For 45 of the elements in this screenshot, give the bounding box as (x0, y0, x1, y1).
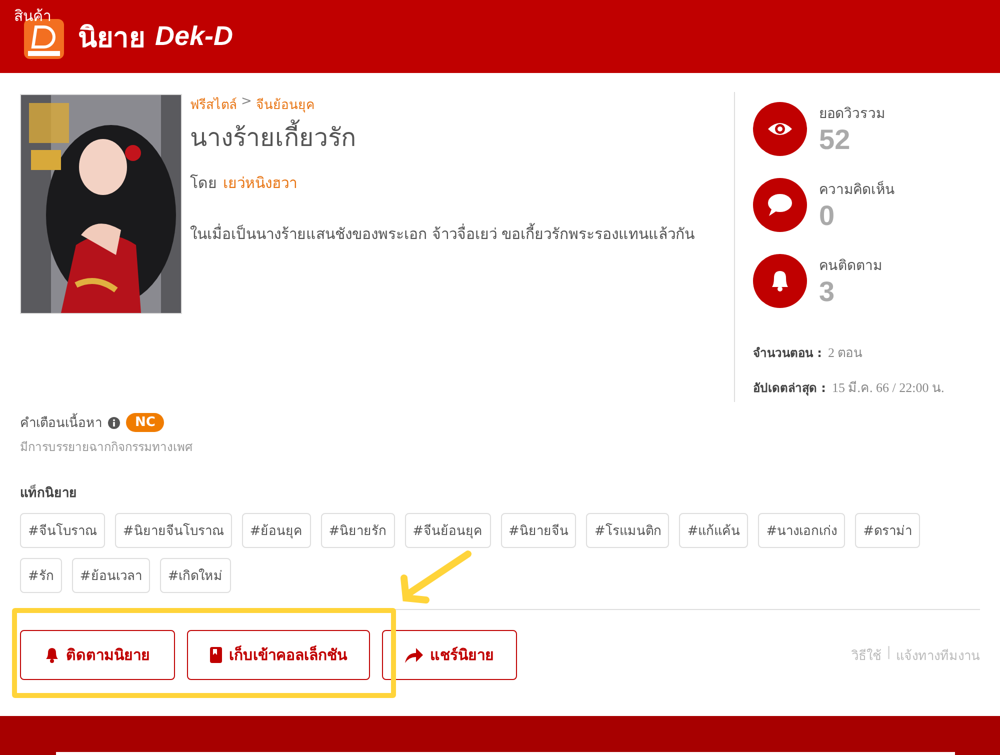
tag-chip[interactable]: #นิยายจีนโบราณ (114, 513, 232, 548)
stat-label: ความคิดเห็น (819, 180, 895, 200)
link-separator: | (886, 644, 891, 662)
tag-chip[interactable]: #เกิดใหม่ (160, 558, 231, 593)
novel-title: นางร้ายเกี้ยวรัก (190, 117, 718, 157)
info-label: อัปเดตล่าสุด : (753, 381, 826, 395)
stat-value: 0 (819, 200, 836, 232)
bell-icon (45, 647, 59, 663)
stat-value: 3 (819, 276, 836, 308)
tag-chip[interactable]: #จีนโบราณ (20, 513, 105, 548)
tag-chip[interactable]: #แก้แค้น (679, 513, 748, 548)
synopsis: ในเมื่อเป็นนางร้ายแสนชังของพระเอก จ้าวจื่อเยว่ ขอเกี้ยวรักพระรองแทนแล้วกัน (190, 223, 696, 245)
info-icon[interactable] (108, 416, 120, 428)
speech-bubble-icon (753, 178, 807, 232)
tag-chip[interactable]: #นิยายจีน (500, 513, 576, 548)
info-value: 15 มี.ค. 66 / 22:00 น. (832, 380, 944, 395)
brand-logo-text[interactable]: Dek-D (155, 21, 234, 52)
tag-chip[interactable]: #ย้อนยุค (242, 513, 311, 548)
nc-badge: NC (126, 413, 164, 432)
overlay-label: สินค้า (14, 6, 51, 27)
stat-value: 52 (819, 124, 852, 156)
share-button[interactable]: แชร์นิยาย (382, 630, 517, 680)
tag-chip[interactable]: #ดราม่า (855, 513, 920, 548)
tag-chip[interactable]: #นิยายรัก (320, 513, 395, 548)
by-label: โดย (190, 173, 217, 194)
collection-button[interactable]: เก็บเข้าคอลเล็กชัน (187, 630, 370, 680)
stat-label: ยอดวิวรวม (819, 105, 885, 124)
stat-label: คนติดตาม (819, 257, 882, 276)
bell-icon (753, 254, 807, 308)
warning-label: คำเตือนเนื้อหา (20, 412, 102, 433)
tag-chip[interactable]: #รัก (20, 558, 62, 593)
tags-heading: แท็กนิยาย (20, 484, 78, 503)
breadcrumb-separator: > (241, 94, 252, 111)
brand-name[interactable]: นิยาย (78, 14, 145, 58)
info-value: 2 ตอน (828, 345, 863, 360)
eye-icon (753, 102, 807, 156)
bookmark-icon (210, 647, 222, 663)
tag-chip[interactable]: #นางเอกเก่ง (758, 513, 846, 548)
info-label: จำนวนตอน : (753, 346, 822, 360)
tag-chip[interactable]: #ย้อนเวลา (72, 558, 150, 593)
follow-button[interactable]: ติดตามนิยาย (20, 630, 175, 680)
tag-chip[interactable]: #จีนย้อนยุค (404, 513, 491, 548)
tag-chip[interactable]: #โรแมนติก (586, 513, 670, 548)
warning-text: มีการบรรยายฉากกิจกรรมทางเพศ (20, 439, 194, 456)
share-arrow-icon (405, 647, 423, 663)
